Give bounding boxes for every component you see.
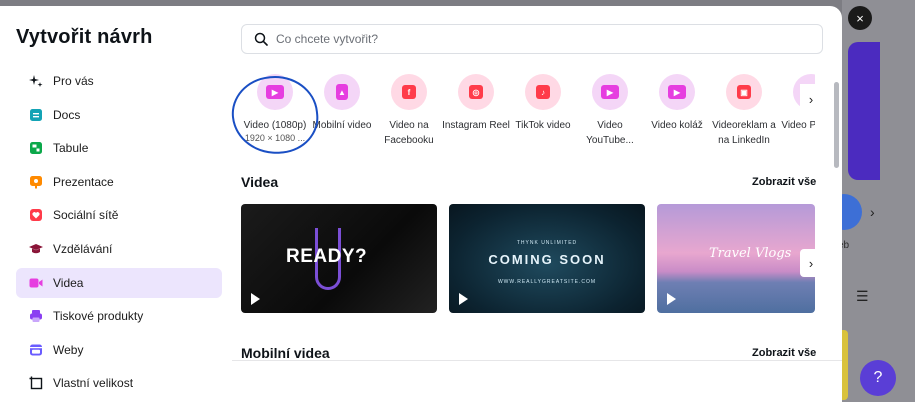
videos-next-button[interactable]: › [800,249,822,277]
whiteboard-icon [29,141,43,155]
modal-title: Vytvořit návrh [16,26,153,48]
play-icon [667,293,676,305]
video-icon [29,276,43,290]
sidebar-item-presentations[interactable]: Prezentace [16,167,222,197]
thumbnail-text: COMING SOON [488,252,606,267]
divider [232,360,842,361]
search-bar[interactable] [241,24,823,54]
design-type-row: ▶ Video (1080p) 1920 × 1080 ... ▲ Mobiln… [241,74,815,166]
play-icon [459,293,468,305]
design-type-icon-bg: ▶ [592,74,628,110]
mobile-video-icon: ▲ [336,84,348,100]
category-nav: Pro vás Docs Tabule Prezentace Sociální … [16,66,222,402]
search-icon [254,32,268,46]
design-type-label: Video Pinte... [781,120,815,131]
sidebar: Vytvořit návrh Pro vás Docs Tabule Preze… [0,6,232,402]
background-chevron-right-icon: › [870,204,875,220]
sidebar-item-docs[interactable]: Docs [16,100,222,130]
sidebar-item-label: Videa [53,275,84,290]
design-type-icon-bg: f [391,74,427,110]
play-icon [251,293,260,305]
linkedin-icon: ▣ [737,85,751,99]
heart-icon [29,208,43,222]
design-type-youtube-video[interactable]: ▶ Video YouTube... [576,74,644,148]
sidebar-item-for-you[interactable]: Pro vás [16,66,222,96]
sidebar-item-label: Pro vás [53,74,94,88]
sidebar-item-label: Weby [53,342,84,357]
tiktok-icon: ♪ [536,85,550,99]
sidebar-item-social-media[interactable]: Sociální sítě [16,200,222,230]
design-type-label: Instagram Reel [442,120,510,131]
sidebar-item-label: Vzdělávání [53,241,113,256]
custom-size-icon [29,376,43,390]
see-all-videos-link[interactable]: Zobrazit vše [752,176,816,188]
sidebar-item-print[interactable]: Tiskové produkty [16,301,222,331]
instagram-icon: ◎ [469,85,483,99]
help-button[interactable]: ? [860,360,896,396]
section-title-videos: Videa [241,174,279,190]
scrollbar[interactable] [834,82,839,168]
thumbnail-top-text: THYNK UNLIMITED [516,240,578,246]
sidebar-item-label: Tiskové produkty [53,309,144,324]
design-type-linkedin-video-ad[interactable]: ▣ Videoreklam a na LinkedIn [710,74,778,148]
design-type-video-collage[interactable]: ▶ Video koláž [643,74,711,133]
design-type-label: Videoreklam a na LinkedIn [712,120,776,146]
sidebar-item-label: Docs [53,107,81,122]
section-title-mobile-videos: Mobilní videa [241,345,330,361]
sidebar-item-label: Tabule [53,141,89,156]
design-types-next-button[interactable]: › [800,84,822,114]
design-type-label: Video na Facebooku [384,120,434,146]
thumbnail-bottom-text: WWW.REALLYGREATSITE.COM [497,279,597,285]
sidebar-item-websites[interactable]: Weby [16,335,222,365]
design-type-tiktok-video[interactable]: ♪ TikTok video [509,74,577,133]
website-icon [29,343,43,357]
printer-icon [29,309,43,323]
youtube-icon: ▶ [601,85,619,99]
docs-icon [29,108,43,122]
background-list-icon: ☰ [856,288,869,304]
thumbnail-text: Travel Vlogs [709,246,792,261]
sidebar-item-videos[interactable]: Videa [16,267,222,298]
video-template-thumbnail[interactable]: Travel Vlogs [657,204,815,313]
design-type-label: Video YouTube... [586,120,634,146]
design-type-mobile-video[interactable]: ▲ Mobilní video [308,74,376,133]
graduation-cap-icon [29,242,43,256]
close-modal-button[interactable]: × [848,6,872,30]
presentation-icon [29,175,43,189]
search-input[interactable] [276,32,796,46]
design-type-label: Video koláž [651,120,703,131]
design-type-label: TikTok video [515,120,571,131]
video-template-thumbnail[interactable]: THYNK UNLIMITED COMING SOON WWW.REALLYGR… [449,204,645,313]
sidebar-item-label: Prezentace [53,174,114,189]
design-type-icon-bg: ♪ [525,74,561,110]
sidebar-item-custom-size[interactable]: Vlastní velikost [16,368,222,398]
sidebar-item-label: Vlastní velikost [53,376,134,391]
design-type-icon-bg: ▲ [324,74,360,110]
design-type-instagram-reel[interactable]: ◎ Instagram Reel [442,74,510,133]
sidebar-item-label: Sociální sítě [53,208,119,223]
video-collage-icon: ▶ [668,85,686,99]
sparkle-icon [29,74,43,88]
facebook-icon: f [402,85,416,99]
create-design-modal: Vytvořit návrh Pro vás Docs Tabule Preze… [0,6,842,402]
design-type-facebook-video[interactable]: f Video na Facebooku [375,74,443,148]
sidebar-item-education[interactable]: Vzdělávání [16,234,222,264]
video-template-thumbnail[interactable]: READY? [241,204,437,313]
background-purple-card [848,42,880,180]
design-type-icon-bg: ▶ [659,74,695,110]
sidebar-item-whiteboards[interactable]: Tabule [16,133,222,163]
design-type-icon-bg: ◎ [458,74,494,110]
design-type-icon-bg: ▣ [726,74,762,110]
thumbnail-text: READY? [286,246,368,267]
see-all-mobile-videos-link[interactable]: Zobrazit vše [752,347,816,359]
